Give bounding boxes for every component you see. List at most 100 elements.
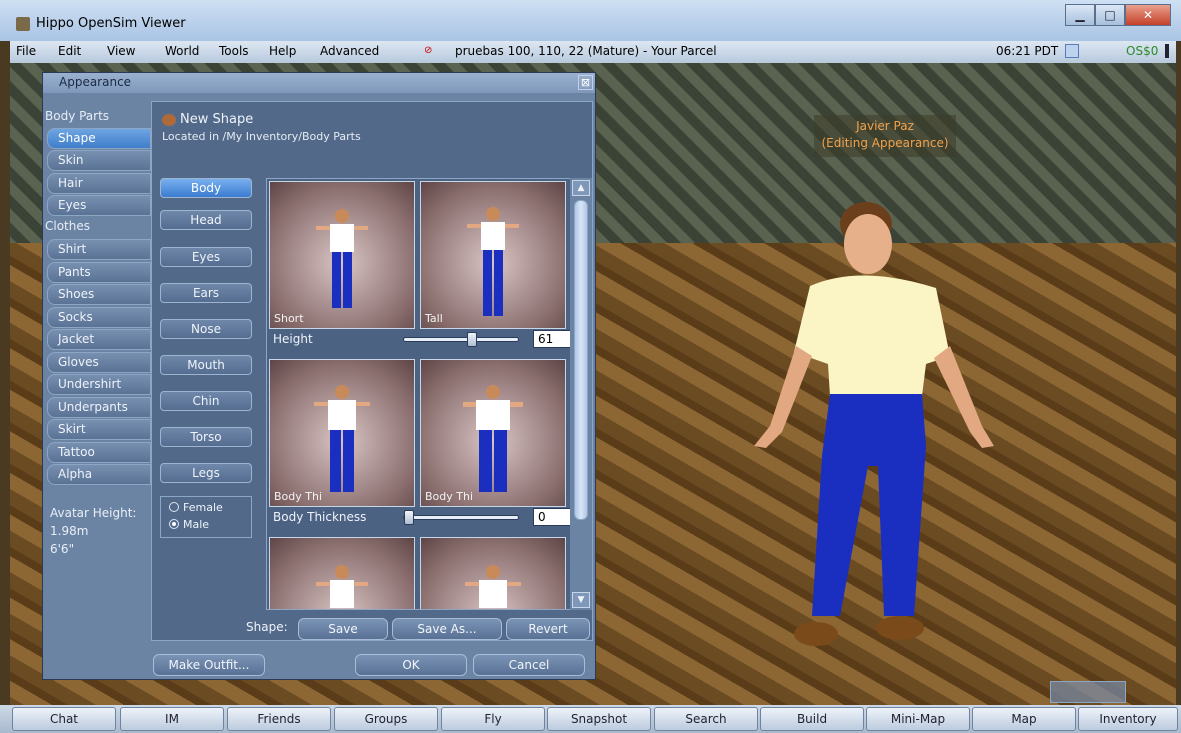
- avatar-height-feet: 6'6": [50, 542, 75, 556]
- tab-skin[interactable]: Skin: [47, 150, 151, 171]
- region-body-button[interactable]: Body: [160, 178, 252, 198]
- height-slider[interactable]: [403, 332, 519, 347]
- shape-actions-label: Shape:: [246, 620, 288, 634]
- volume-icon[interactable]: [1065, 44, 1079, 58]
- avatar-figure[interactable]: [700, 196, 1000, 666]
- avatar-thumbnail-icon: [463, 385, 523, 492]
- params-scrollbar[interactable]: ▲ ▼: [570, 178, 592, 610]
- floater-header[interactable]: Appearance ⊠: [43, 73, 595, 93]
- pause-icon[interactable]: [1165, 44, 1181, 58]
- menu-file[interactable]: File: [16, 44, 36, 58]
- make-outfit-button[interactable]: Make Outfit...: [153, 654, 265, 676]
- height-slider-knob[interactable]: [467, 332, 477, 347]
- radio-female-dot: [169, 502, 179, 512]
- window-titlebar: Hippo OpenSim Viewer ▁ □ ✕: [0, 0, 1181, 41]
- tab-shape[interactable]: Shape: [47, 128, 151, 149]
- toolbar-friends-button[interactable]: Friends: [227, 707, 331, 731]
- save-button[interactable]: Save: [298, 618, 388, 640]
- param-thickness-row: Body Thickness 0: [269, 507, 571, 527]
- region-eyes-button[interactable]: Eyes: [160, 247, 252, 267]
- tab-gloves[interactable]: Gloves: [47, 352, 151, 373]
- region-torso-button[interactable]: Torso: [160, 427, 252, 447]
- params-scroll-area[interactable]: Short Tall Height 61 Body Thi Body Thi B…: [266, 178, 572, 610]
- region-ears-button[interactable]: Ears: [160, 283, 252, 303]
- clock-text: 06:21 PDT: [996, 44, 1059, 58]
- tab-tattoo[interactable]: Tattoo: [47, 442, 151, 463]
- height-value[interactable]: 61: [533, 330, 571, 348]
- thickness-slider[interactable]: [403, 510, 519, 525]
- tab-jacket[interactable]: Jacket: [47, 329, 151, 350]
- maximize-button[interactable]: □: [1095, 4, 1125, 26]
- avatar-thumbnail-icon: [316, 565, 368, 608]
- toolbar-chat-button[interactable]: Chat: [12, 707, 116, 731]
- thickness-slider-knob[interactable]: [404, 510, 414, 525]
- thumb-next-low[interactable]: [269, 537, 415, 609]
- scroll-down-icon[interactable]: ▼: [572, 592, 590, 608]
- menu-view[interactable]: View: [107, 44, 135, 58]
- thumb-thickness-low[interactable]: Body Thi: [269, 359, 415, 507]
- tab-shoes[interactable]: Shoes: [47, 284, 151, 305]
- region-nose-button[interactable]: Nose: [160, 319, 252, 339]
- thickness-value[interactable]: 0: [533, 508, 571, 526]
- toolbar-groups-button[interactable]: Groups: [334, 707, 438, 731]
- thumb-height-tall-label: Tall: [425, 312, 443, 325]
- thumb-next-high[interactable]: [420, 537, 566, 609]
- floater-title: Appearance: [59, 75, 132, 89]
- floater-close-icon[interactable]: ⊠: [578, 75, 593, 90]
- avatar-height-meters: 1.98m: [50, 524, 89, 538]
- toolbar-im-button[interactable]: IM: [120, 707, 224, 731]
- shape-location: Located in /My Inventory/Body Parts: [162, 130, 361, 143]
- region-mouth-button[interactable]: Mouth: [160, 355, 252, 375]
- close-window-button[interactable]: ✕: [1125, 4, 1171, 26]
- scrollbar-thumb[interactable]: [574, 200, 588, 520]
- tab-underpants[interactable]: Underpants: [47, 397, 151, 418]
- radio-male[interactable]: Male: [169, 518, 269, 531]
- save-as-button[interactable]: Save As...: [392, 618, 502, 640]
- toolbar-minimap-button[interactable]: Mini-Map: [866, 707, 970, 731]
- scroll-up-icon[interactable]: ▲: [572, 180, 590, 196]
- param-height-row: Height 61: [269, 329, 571, 349]
- toolbar-snapshot-button[interactable]: Snapshot: [547, 707, 651, 731]
- thumb-thickness-high[interactable]: Body Thi: [420, 359, 566, 507]
- balance-text[interactable]: OS$0: [1126, 44, 1158, 58]
- toolbar-fly-button[interactable]: Fly: [441, 707, 545, 731]
- menu-help[interactable]: Help: [269, 44, 296, 58]
- menu-advanced[interactable]: Advanced: [320, 44, 379, 58]
- avatar-nametag: Javier Paz (Editing Appearance): [814, 115, 956, 157]
- revert-button[interactable]: Revert: [506, 618, 590, 640]
- toolbar-search-button[interactable]: Search: [654, 707, 758, 731]
- thumb-height-short[interactable]: Short: [269, 181, 415, 329]
- tab-shirt[interactable]: Shirt: [47, 239, 151, 260]
- ok-button[interactable]: OK: [355, 654, 467, 676]
- media-controls[interactable]: [1050, 681, 1126, 703]
- thumb-height-tall[interactable]: Tall: [420, 181, 566, 329]
- radio-male-label: Male: [183, 518, 210, 531]
- avatar-thumbnail-icon: [467, 207, 519, 316]
- thumb-thickness-low-label: Body Thi: [274, 490, 323, 503]
- tab-hair[interactable]: Hair: [47, 173, 151, 194]
- avatar-height-info: Avatar Height: 1.98m 6'6": [50, 504, 136, 558]
- location-text[interactable]: pruebas 100, 110, 22 (Mature) - Your Par…: [455, 44, 717, 58]
- region-head-button[interactable]: Head: [160, 210, 252, 230]
- tab-socks[interactable]: Socks: [47, 307, 151, 328]
- sex-radio-group: Female Male: [160, 496, 252, 538]
- shape-icon: [162, 114, 176, 126]
- menu-edit[interactable]: Edit: [58, 44, 81, 58]
- menu-tools[interactable]: Tools: [219, 44, 249, 58]
- toolbar-build-button[interactable]: Build: [760, 707, 864, 731]
- toolbar-inventory-button[interactable]: Inventory: [1078, 707, 1178, 731]
- minimize-button[interactable]: ▁: [1065, 4, 1095, 26]
- region-chin-button[interactable]: Chin: [160, 391, 252, 411]
- cancel-button[interactable]: Cancel: [473, 654, 585, 676]
- tab-eyes[interactable]: Eyes: [47, 195, 151, 216]
- param-height-label: Height: [273, 332, 313, 346]
- tab-skirt[interactable]: Skirt: [47, 419, 151, 440]
- toolbar-map-button[interactable]: Map: [972, 707, 1076, 731]
- no-voice-icon: ⊘: [424, 45, 433, 56]
- tab-pants[interactable]: Pants: [47, 262, 151, 283]
- tab-alpha[interactable]: Alpha: [47, 464, 151, 485]
- radio-female[interactable]: Female: [169, 501, 269, 514]
- region-legs-button[interactable]: Legs: [160, 463, 252, 483]
- menu-world[interactable]: World: [165, 44, 199, 58]
- tab-undershirt[interactable]: Undershirt: [47, 374, 151, 395]
